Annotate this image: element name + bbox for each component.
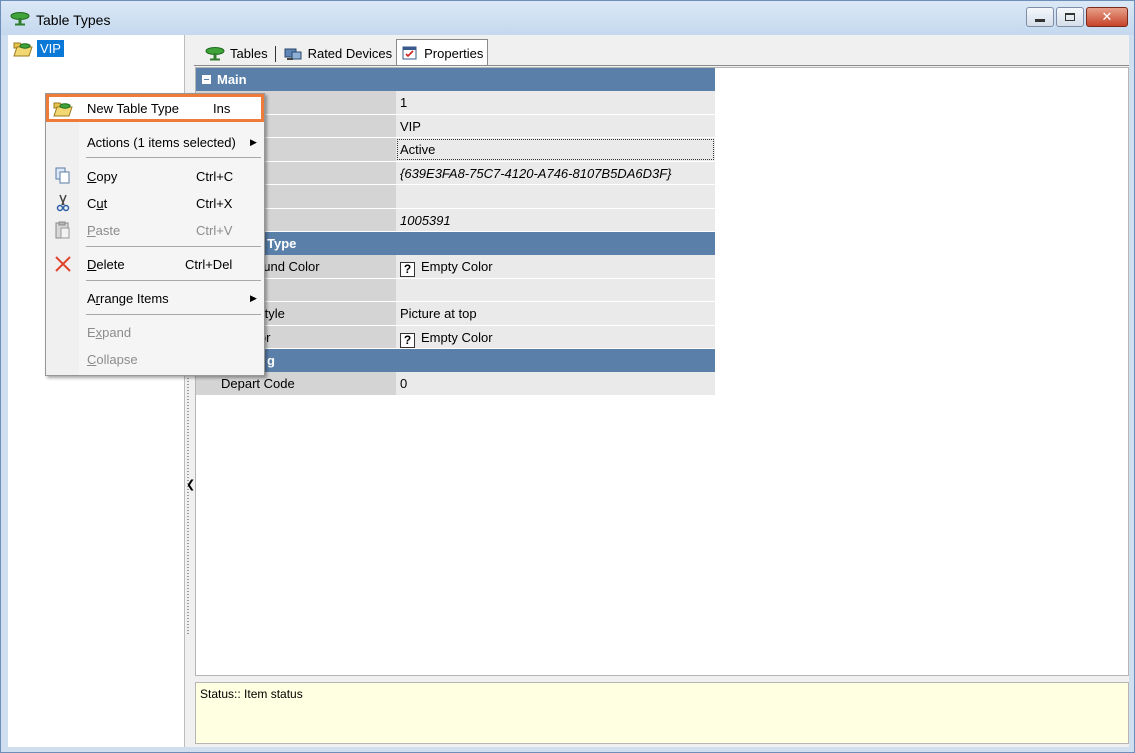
delete-icon: [51, 252, 75, 276]
property-row[interactable]: VIP: [196, 114, 715, 138]
property-row[interactable]: Active: [196, 138, 715, 162]
cut-icon: [51, 191, 75, 215]
property-row[interactable]: lor ?Empty Color: [196, 325, 715, 349]
category-misc[interactable]: g: [196, 349, 715, 372]
property-row[interactable]: 1: [196, 91, 715, 115]
property-row[interactable]: ound Color ? Empty Color: [196, 255, 715, 279]
new-folder-icon: [51, 96, 75, 120]
submenu-arrow-icon: ▶: [250, 292, 257, 303]
property-value-guid[interactable]: {639E3FA8-75C7-4120-A746-8107B5DA6D3F}: [396, 161, 715, 184]
property-row[interactable]: {639E3FA8-75C7-4120-A746-8107B5DA6D3F}: [196, 161, 715, 185]
tab-label: Rated Devices: [307, 46, 393, 61]
property-row[interactable]: 1005391: [196, 208, 715, 232]
menu-item-delete[interactable]: Delete Ctrl+Del: [47, 251, 263, 277]
property-row[interactable]: [196, 278, 715, 302]
tab-rated-devices[interactable]: Rated Devices: [279, 41, 397, 66]
tab-label: Properties: [424, 45, 484, 61]
devices-icon: [284, 48, 302, 60]
category-label: Type: [267, 236, 297, 251]
tree-item-vip[interactable]: VIP: [13, 38, 64, 58]
context-menu: New Table Type Ins Actions (1 items sele…: [45, 93, 265, 376]
property-value-color[interactable]: ? Empty Color: [396, 255, 715, 278]
menu-item-label: Copy: [87, 168, 118, 184]
maximize-button[interactable]: [1056, 7, 1084, 27]
tree-item-label: VIP: [37, 39, 64, 57]
table-icon: [10, 12, 30, 26]
window-title: Table Types: [36, 12, 111, 28]
close-button[interactable]: ✕: [1086, 7, 1128, 27]
tab-properties[interactable]: Properties: [396, 39, 489, 66]
color-value: Empty Color: [421, 259, 493, 274]
property-value[interactable]: 0: [396, 372, 715, 395]
property-row[interactable]: Style Picture at top: [196, 302, 715, 326]
properties-panel: Main 1 VIP Active {639E3FA8-75C7-4120-A7…: [195, 67, 1129, 676]
menu-item-shortcut: Ctrl+X: [196, 195, 233, 211]
menu-item-expand[interactable]: Expand: [47, 319, 263, 345]
menu-item-copy[interactable]: Copy Ctrl+C: [47, 163, 263, 189]
property-grid[interactable]: Main 1 VIP Active {639E3FA8-75C7-4120-A7…: [196, 68, 715, 396]
property-value-color[interactable]: ? Empty Color: [396, 325, 715, 348]
title-bar[interactable]: Table Types ✕: [1, 1, 1134, 35]
tab-baseline: [194, 65, 1129, 66]
status-text: Status:: Item status: [200, 687, 303, 701]
property-row[interactable]: e: [196, 185, 715, 209]
color-value: Empty Color: [421, 329, 493, 345]
property-value[interactable]: Picture at top: [396, 302, 715, 325]
paste-icon: [51, 218, 75, 242]
table-icon: [205, 46, 225, 60]
menu-item-label: Delete: [87, 256, 125, 272]
property-value[interactable]: [396, 278, 715, 301]
menu-separator: [86, 246, 261, 247]
menu-separator: [86, 280, 261, 281]
properties-icon: [402, 46, 417, 60]
menu-item-cut[interactable]: Cut Ctrl+X: [47, 190, 263, 216]
menu-separator: [86, 157, 261, 158]
category-type[interactable]: Type: [196, 232, 715, 255]
color-swatch-icon: ?: [400, 332, 415, 348]
submenu-arrow-icon: ▶: [250, 136, 257, 147]
maximize-icon: [1065, 13, 1075, 21]
menu-item-collapse[interactable]: Collapse: [47, 346, 263, 372]
close-icon: ✕: [1101, 9, 1113, 24]
menu-item-shortcut: Ctrl+Del: [185, 256, 233, 272]
minimize-icon: [1035, 18, 1045, 22]
menu-item-label: Paste: [87, 222, 121, 238]
category-main[interactable]: Main: [196, 68, 715, 91]
menu-item-shortcut: Ctrl+C: [196, 168, 234, 184]
property-value[interactable]: 1005391: [396, 208, 715, 231]
menu-separator: [86, 314, 261, 315]
menu-item-label: Actions (1 items selected): [87, 134, 236, 150]
category-label: g: [267, 353, 275, 368]
window-controls: ✕: [1026, 7, 1128, 29]
open-folder-icon: [13, 42, 33, 56]
tab-label: Tables: [230, 46, 268, 61]
property-value[interactable]: VIP: [396, 114, 715, 137]
minimize-button[interactable]: [1026, 7, 1054, 27]
menu-item-actions[interactable]: Actions (1 items selected) ▶: [47, 129, 263, 155]
menu-item-label: Cut: [87, 195, 108, 211]
property-value[interactable]: [396, 185, 715, 208]
property-value[interactable]: 1: [396, 91, 715, 114]
menu-item-paste[interactable]: Paste Ctrl+V: [47, 217, 263, 243]
menu-item-label: Expand: [87, 324, 132, 340]
menu-item-arrange-items[interactable]: Arrange Items ▶: [47, 285, 263, 311]
category-label: Main: [217, 72, 247, 87]
menu-item-label: Collapse: [87, 351, 138, 367]
menu-item-label: Arrange Items: [87, 290, 169, 306]
color-swatch-icon: ?: [400, 262, 415, 277]
menu-item-label: New Table Type: [87, 100, 180, 116]
collapse-icon[interactable]: [202, 75, 211, 84]
status-panel: Status:: Item status: [195, 682, 1129, 744]
menu-item-new-table-type[interactable]: New Table Type Ins: [46, 94, 264, 122]
property-value-status[interactable]: Active: [396, 138, 715, 161]
copy-icon: [51, 164, 75, 188]
property-row[interactable]: Depart Code 0: [196, 372, 715, 396]
tab-tables[interactable]: Tables: [201, 41, 272, 66]
menu-item-shortcut: Ins: [213, 100, 231, 116]
menu-item-shortcut: Ctrl+V: [196, 222, 233, 238]
tab-divider: [274, 46, 276, 62]
collapse-arrow-icon[interactable]: ❮: [186, 478, 195, 491]
tab-strip: Tables Rated Devices Properties: [201, 38, 489, 66]
